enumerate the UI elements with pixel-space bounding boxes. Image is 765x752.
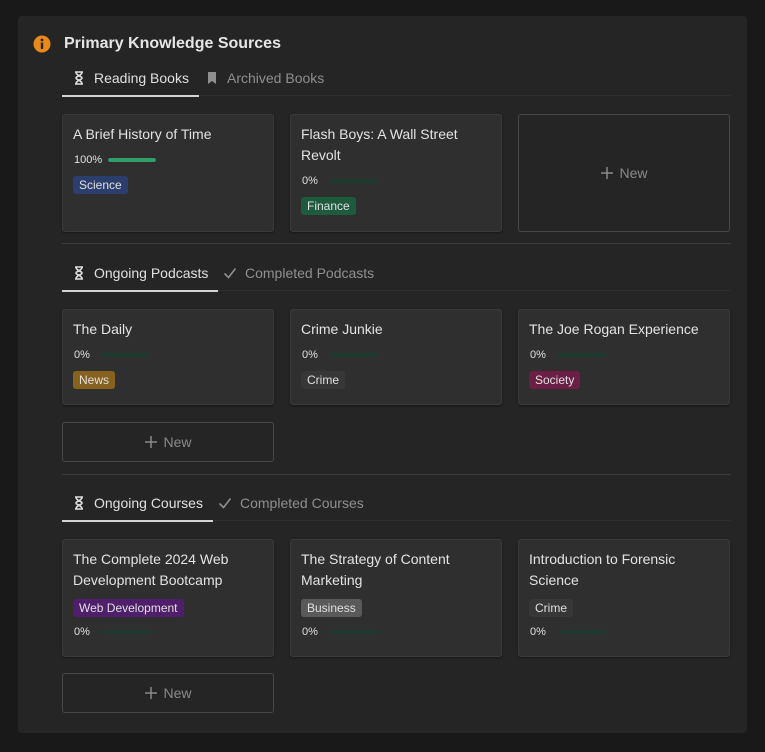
progress-bar bbox=[558, 630, 606, 634]
progress-bar bbox=[330, 353, 378, 357]
progress-percent: 0% bbox=[302, 349, 318, 361]
courses-tabs: Ongoing Courses Completed Courses bbox=[62, 485, 731, 522]
tab-reading-books[interactable]: Reading Books bbox=[62, 60, 199, 97]
page-title: Primary Knowledge Sources bbox=[64, 35, 281, 52]
card-title: Crime Junkie bbox=[301, 321, 383, 337]
tab-completed-podcasts[interactable]: Completed Podcasts bbox=[223, 255, 374, 291]
new-label: New bbox=[163, 434, 192, 450]
progress-row: 0% bbox=[301, 173, 491, 189]
tab-completed-courses[interactable]: Completed Courses bbox=[218, 485, 364, 521]
book-card[interactable]: A Brief History of Time 100% Science bbox=[62, 114, 274, 232]
category-tag: Crime bbox=[301, 371, 345, 389]
plus-icon bbox=[145, 687, 158, 699]
podcast-card[interactable]: The Daily 0% News bbox=[62, 309, 274, 405]
tab-label: Archived Books bbox=[227, 70, 325, 86]
progress-bar bbox=[102, 630, 150, 634]
progress-bar bbox=[108, 158, 157, 162]
bookmark-icon bbox=[208, 72, 216, 84]
progress-row: 0% bbox=[529, 347, 719, 363]
hourglass-icon bbox=[75, 496, 83, 510]
course-card[interactable]: The Complete 2024 Web Development Bootca… bbox=[62, 539, 274, 657]
progress-percent: 0% bbox=[530, 626, 546, 638]
plus-icon bbox=[145, 436, 158, 448]
books-section: Reading Books Archived Books A Brief His… bbox=[62, 60, 731, 232]
progress-percent: 0% bbox=[74, 349, 90, 361]
knowledge-sources-panel: Primary Knowledge Sources Reading Books … bbox=[18, 16, 747, 733]
podcast-card[interactable]: The Joe Rogan Experience 0% Society bbox=[518, 309, 730, 405]
category-tag: News bbox=[73, 371, 116, 389]
card-title: The Complete 2024 Web Development Bootca… bbox=[73, 551, 229, 588]
section-divider bbox=[62, 474, 731, 475]
info-icon bbox=[33, 35, 51, 53]
progress-bar bbox=[330, 630, 378, 634]
tab-label: Reading Books bbox=[94, 70, 189, 86]
card-title: The Joe Rogan Experience bbox=[529, 321, 699, 337]
plus-icon bbox=[601, 167, 614, 179]
course-card[interactable]: The Strategy of Content Marketing Busine… bbox=[290, 539, 502, 657]
card-title: The Daily bbox=[73, 321, 133, 337]
progress-row: 100% bbox=[73, 152, 263, 168]
category-tag: Web Development bbox=[73, 599, 184, 617]
category-tag: Finance bbox=[301, 197, 356, 215]
tab-label: Completed Podcasts bbox=[245, 265, 375, 281]
books-tabs: Reading Books Archived Books bbox=[62, 60, 731, 97]
new-course-button[interactable]: New bbox=[62, 673, 274, 713]
card-title: The Strategy of Content Marketing bbox=[301, 551, 450, 588]
new-label: New bbox=[619, 165, 648, 181]
progress-percent: 100% bbox=[74, 154, 103, 166]
new-podcast-button[interactable]: New bbox=[62, 422, 274, 462]
category-tag: Business bbox=[301, 599, 362, 617]
podcasts-tabs: Ongoing Podcasts Completed Podcasts bbox=[62, 255, 731, 292]
card-title: Flash Boys: A Wall Street Revolt bbox=[301, 126, 458, 163]
active-tab-indicator bbox=[62, 95, 199, 97]
category-tag: Society bbox=[529, 371, 581, 389]
hourglass-icon bbox=[75, 71, 83, 85]
courses-section: Ongoing Courses Completed Courses The Co… bbox=[62, 485, 731, 713]
progress-percent: 0% bbox=[530, 349, 546, 361]
category-tag: Crime bbox=[529, 599, 573, 617]
podcasts-section: Ongoing Podcasts Completed Podcasts The … bbox=[62, 255, 731, 462]
progress-bar bbox=[330, 179, 378, 183]
progress-fill bbox=[108, 158, 157, 162]
progress-bar bbox=[558, 353, 606, 357]
category-tag: Science bbox=[73, 176, 128, 194]
checkmark-icon bbox=[218, 498, 232, 509]
progress-bar bbox=[102, 353, 150, 357]
progress-row: 0% bbox=[529, 624, 719, 640]
course-card[interactable]: Introduction to Forensic Science Crime 0… bbox=[518, 539, 730, 657]
podcast-card[interactable]: Crime Junkie 0% Crime bbox=[290, 309, 502, 405]
active-tab-indicator bbox=[62, 520, 213, 522]
section-divider bbox=[62, 243, 731, 244]
tab-ongoing-podcasts[interactable]: Ongoing Podcasts bbox=[62, 255, 219, 292]
progress-percent: 0% bbox=[302, 626, 318, 638]
book-card[interactable]: Flash Boys: A Wall Street Revolt 0% Fina… bbox=[290, 114, 502, 232]
tab-label: Completed Courses bbox=[240, 495, 364, 511]
progress-row: 0% bbox=[301, 347, 491, 363]
new-book-button[interactable]: New bbox=[518, 114, 730, 232]
progress-percent: 0% bbox=[74, 626, 90, 638]
tab-ongoing-courses[interactable]: Ongoing Courses bbox=[62, 485, 213, 522]
checkmark-icon bbox=[223, 268, 237, 279]
active-tab-indicator bbox=[62, 290, 219, 292]
progress-percent: 0% bbox=[302, 175, 318, 187]
hourglass-icon bbox=[75, 266, 83, 280]
tab-label: Ongoing Courses bbox=[94, 495, 203, 511]
card-title: Introduction to Forensic Science bbox=[529, 551, 676, 588]
tab-archived-books[interactable]: Archived Books bbox=[205, 60, 324, 96]
tab-label: Ongoing Podcasts bbox=[94, 265, 209, 281]
progress-row: 0% bbox=[73, 624, 263, 640]
progress-row: 0% bbox=[73, 347, 263, 363]
card-title: A Brief History of Time bbox=[73, 126, 212, 142]
new-label: New bbox=[163, 685, 192, 701]
progress-row: 0% bbox=[301, 624, 491, 640]
